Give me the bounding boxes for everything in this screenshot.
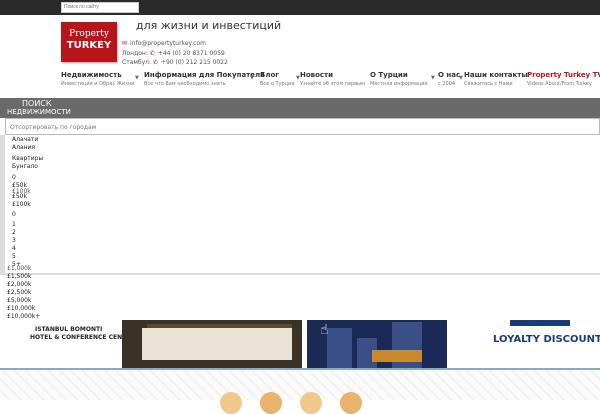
property-search-bar: ПОИСК НЕДВИЖИМОСТИ [0,98,600,118]
nav-item-blog[interactable]: Блог Все о Турции ▼ [260,71,300,93]
nav-item-property-tv[interactable]: Property Turkey TV Videos About/From Tur… [527,71,600,93]
hotel-banner-title: ISTANBUL BOMONTI [35,326,103,333]
option-bedrooms[interactable]: 4 [12,245,16,253]
search-title-line1: ПОИСК [22,99,52,108]
tagline: для жизни и инвестиций [136,19,282,32]
bubble-shape [260,392,282,414]
option-city[interactable]: Алания [12,144,35,152]
search-title-line2: НЕДВИЖИМОСТИ [7,108,71,116]
bubble-shape [300,392,322,414]
search-options-dropdown: Алачати Алания Квартиры Бунгало 0 £50k £… [5,135,600,273]
hotel-banner-subtitle: HOTEL & CONFERENCE CENTER [30,334,135,341]
banner-stripe [510,320,570,326]
logo-line1: Property [69,29,109,39]
logo-line2: TURKEY [66,40,112,51]
nav-item-contacts[interactable]: Наши контакты Свяжитесь с Нами [464,71,528,93]
option-price[interactable]: £1,000k [7,265,31,273]
nav-item-buyer-info[interactable]: Информация для Покупателя Все что Вам не… [144,71,265,93]
option-price[interactable]: £50k [12,193,27,201]
property-turkey-logo[interactable]: Property TURKEY [61,22,117,62]
option-price[interactable]: £5,000k [7,297,31,305]
bed-shape [142,328,292,360]
option-type[interactable]: Бунгало [12,163,38,171]
contact-london[interactable]: Лондон: ✆ +44 (0) 20 8371 0059 [122,50,225,57]
loyalty-banner[interactable]: LOYALTY DISCOUNT [455,320,600,368]
nav-item-news[interactable]: Новости Узнайте об этом первым [300,71,365,93]
top-bar [0,0,600,15]
chevron-down-icon: ▼ [135,75,139,81]
option-price[interactable]: £10,000k [7,305,35,313]
nav-item-about-us[interactable]: О нас с 2004 ▼ [438,71,463,93]
site-search-input[interactable] [61,2,139,13]
contact-istanbul[interactable]: Стамбул: ✆ +90 (0) 212 215 0022 [122,59,228,66]
chevron-down-icon: ▼ [459,75,463,81]
option-price[interactable]: 0 [12,174,16,182]
decorative-bubbles [220,392,370,414]
bubble-shape [220,392,242,414]
option-price[interactable]: £2,000k [7,281,31,289]
chevron-down-icon: ▼ [431,75,435,81]
hotel-room-image[interactable] [122,320,302,368]
phone-icon: ✆ [152,59,158,66]
option-bedrooms[interactable]: 1 [12,221,16,229]
bubble-shape [340,392,362,414]
lit-building-shape [372,350,422,362]
option-bedrooms[interactable]: 0 [12,211,16,219]
option-type[interactable]: Квартиры [12,155,43,163]
option-city[interactable]: Алачати [12,136,38,144]
option-price[interactable]: £100k [12,201,31,209]
envelope-icon: ✉ [122,40,128,47]
nav-item-about-turkey[interactable]: О Турции Местная информация ▼ [370,71,435,93]
nav-item-property[interactable]: Недвижимость Инвестиция и Образ Жизни ▼ [61,71,139,93]
option-bedrooms[interactable]: 5 [12,253,16,261]
contact-email[interactable]: ✉ info@propertyturkey.com [122,40,206,47]
option-price[interactable]: £1,500k [7,273,31,281]
banner-strip: ISTANBUL BOMONTI HOTEL & CONFERENCE CENT… [0,320,600,368]
phone-icon: ✆ [149,50,155,57]
loyalty-discount-text: LOYALTY DISCOUNT [493,334,600,345]
hotel-banner[interactable]: ISTANBUL BOMONTI HOTEL & CONFERENCE CENT… [0,320,135,368]
building-shape [327,328,352,368]
option-bedrooms[interactable]: 3 [12,237,16,245]
main-nav: Недвижимость Инвестиция и Образ Жизни ▼ … [0,71,600,93]
city-sort-select[interactable]: Отсортировать по городам [5,118,600,135]
option-bedrooms[interactable]: 2 [12,229,16,237]
chevron-down-icon: ▼ [250,75,254,81]
option-price[interactable]: £2,500k [7,289,31,297]
hand-cursor-icon: ☝ [320,322,329,338]
